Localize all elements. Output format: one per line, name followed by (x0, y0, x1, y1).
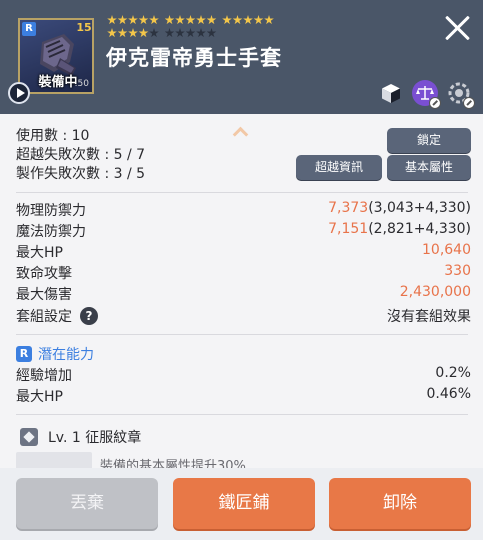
star-icon (175, 28, 185, 38)
star-icon (232, 15, 243, 25)
potential-value: 0.2% (435, 365, 471, 381)
stat-row: 最大傷害 2,430,000 (16, 284, 471, 304)
locked-indicator-icon (429, 97, 441, 109)
star-force-row-1 (107, 15, 280, 27)
star-force-row-2 (107, 28, 222, 40)
divider (16, 192, 468, 193)
star-icon (128, 28, 138, 38)
star-icon (185, 28, 196, 38)
stat-label: 最大傷害 (16, 287, 72, 303)
star-icon (253, 15, 264, 25)
item-icon[interactable]: R 15 裝備中 .50 (18, 18, 94, 94)
star-icon (206, 15, 217, 25)
set-info-value: 沒有套組效果 (387, 309, 471, 325)
play-icon[interactable] (8, 82, 30, 104)
star-icon (138, 15, 149, 25)
stat-total: 2,430,000 (399, 284, 471, 300)
item-header: R 15 裝備中 .50 伊克雷帝勇士手套 (0, 0, 483, 114)
star-icon (149, 15, 159, 25)
star-icon (138, 28, 149, 38)
star-icon (117, 15, 128, 25)
star-icon (164, 15, 175, 25)
star-icon (128, 15, 138, 25)
set-info-row: 套組設定? 沒有套組效果 (16, 306, 471, 326)
overtrans-fail-count: 超越失敗次數 : 5 / 7 (16, 147, 146, 163)
star-group (107, 28, 160, 40)
potential-value: 0.46% (426, 386, 471, 402)
chevron-up-icon[interactable] (233, 125, 247, 139)
star-icon (107, 28, 117, 38)
stat-value: 7,373(3,043+4,330) (328, 200, 471, 216)
lock-button[interactable]: 鎖定 (387, 128, 471, 153)
divider (16, 334, 468, 335)
unequip-button[interactable]: 卸除 (329, 478, 471, 529)
stat-total: 7,373 (328, 200, 369, 216)
stat-breakdown: (3,043+4,330) (368, 200, 471, 216)
star-group (107, 15, 160, 27)
item-name: 伊克雷帝勇士手套 (106, 46, 282, 70)
help-icon[interactable]: ? (80, 307, 98, 325)
potential-rank-badge: R (16, 346, 32, 362)
star-group (164, 15, 218, 27)
star-icon (264, 15, 274, 25)
potential-row: 最大HP 0.46% (16, 386, 471, 406)
stat-label: 魔法防禦力 (16, 224, 86, 240)
stat-value: 2,430,000 (400, 284, 471, 300)
stat-label: 最大HP (16, 245, 63, 261)
stat-total: 330 (444, 263, 471, 279)
star-icon (243, 15, 253, 25)
star-icon (206, 28, 217, 38)
gear-icon[interactable] (446, 80, 475, 109)
potential-label: 最大HP (16, 389, 63, 405)
star-group (164, 28, 218, 40)
star-icon (185, 15, 196, 25)
stat-total: 10,640 (422, 242, 471, 258)
potential-header: R 潛在能力 (16, 344, 94, 364)
blacksmith-button[interactable]: 鐵匠鋪 (173, 478, 315, 529)
base-attribute-button[interactable]: 基本屬性 (387, 155, 471, 180)
craft-fail-count: 製作失敗次數 : 3 / 5 (16, 166, 146, 182)
star-icon (107, 15, 117, 25)
stat-row: 致命攻擊 330 (16, 263, 471, 283)
potential-title: 潛在能力 (38, 347, 94, 363)
star-icon (164, 28, 175, 38)
equip-count: .50 (74, 79, 89, 89)
use-count: 使用數 : 10 (16, 128, 90, 144)
potential-row: 經驗增加 0.2% (16, 365, 471, 385)
stat-value: 7,151(2,821+4,330) (328, 221, 471, 237)
stat-value: 10,640 (422, 242, 471, 258)
emblem-icon (20, 428, 38, 446)
stat-row: 最大HP 10,640 (16, 242, 471, 262)
stat-row: 物理防禦力 7,373(3,043+4,330) (16, 200, 471, 220)
stat-breakdown: (2,821+4,330) (368, 221, 471, 237)
close-icon[interactable] (444, 14, 472, 42)
star-icon (117, 28, 128, 38)
stat-row: 魔法防禦力 7,151(2,821+4,330) (16, 221, 471, 241)
star-icon (149, 28, 159, 38)
stat-value: 330 (444, 263, 471, 279)
cube-icon[interactable] (378, 80, 404, 106)
scale-icon[interactable] (412, 80, 441, 109)
set-info-label: 套組設定? (16, 306, 98, 326)
emblem-row: Lv. 1 征服紋章 (20, 426, 141, 448)
emblem-label: Lv. 1 征服紋章 (48, 430, 142, 446)
star-icon (196, 15, 206, 25)
discard-button[interactable]: 丟棄 (16, 478, 158, 529)
divider (16, 414, 468, 415)
locked-indicator-icon (463, 97, 475, 109)
star-icon (175, 15, 185, 25)
star-icon (196, 28, 206, 38)
star-icon (222, 15, 232, 25)
star-group (222, 15, 275, 27)
stat-label: 物理防禦力 (16, 203, 86, 219)
stat-label: 致命攻擊 (16, 266, 72, 282)
overtrans-info-button[interactable]: 超越資訊 (296, 155, 382, 180)
stat-total: 7,151 (328, 221, 369, 237)
potential-label: 經驗增加 (16, 368, 72, 384)
